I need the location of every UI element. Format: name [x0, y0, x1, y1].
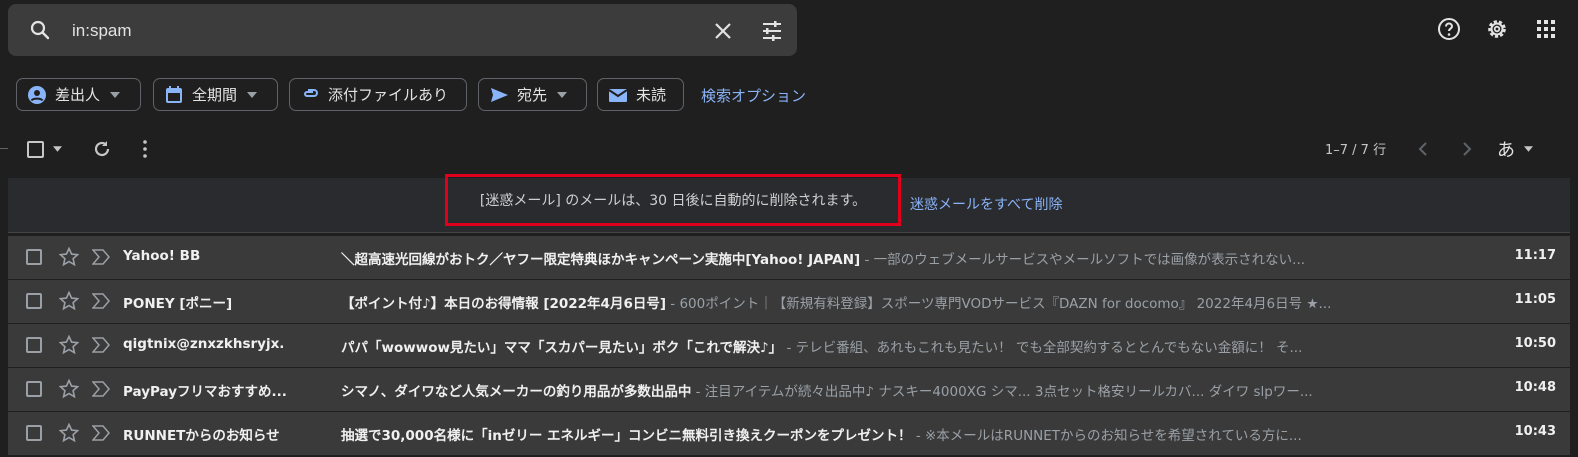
email-time: 10:50 — [1514, 336, 1556, 351]
row-checkbox[interactable] — [26, 293, 42, 309]
email-row[interactable]: PONEY [ポニー] 【ポイント付♪】本日のお得情報 [2022年4月6日号]… — [8, 280, 1570, 324]
chip-date-label: 全期間 — [192, 86, 238, 104]
email-row[interactable]: PayPayフリマおすすめ... シマノ、ダイワなど人気メーカーの釣り用品が多数… — [8, 368, 1570, 412]
email-sender: PONEY [ポニー] — [123, 296, 233, 312]
star-icon[interactable] — [59, 247, 79, 267]
importance-marker-icon[interactable] — [92, 381, 110, 397]
email-content: ＼超高速光回線がおトク／ヤフー限定特典ほかキャンペーン実施中[Yahoo! JA… — [341, 248, 1426, 268]
spam-auto-delete-notice: [迷惑メール] のメールは、30 日後に自動的に削除されます。 — [445, 174, 901, 226]
importance-marker-icon[interactable] — [92, 249, 110, 265]
paperclip-icon — [304, 88, 318, 97]
chevron-down-icon — [557, 91, 568, 98]
top-bar — [0, 0, 1578, 64]
chip-has-attachment-label: 添付ファイルあり — [328, 86, 449, 104]
search-icon[interactable] — [28, 18, 52, 42]
email-subject: ＼超高速光回線がおトク／ヤフー限定特典ほかキャンペーン実施中[Yahoo! JA… — [341, 252, 861, 268]
email-sender: RUNNETからのお知らせ — [123, 428, 280, 444]
email-sender: PayPayフリマおすすめ... — [123, 384, 287, 400]
chip-to-label: 宛先 — [517, 86, 548, 104]
chip-unread-label: 未読 — [636, 86, 667, 104]
row-checkbox[interactable] — [26, 249, 42, 265]
spam-info-banner: [迷惑メール] のメールは、30 日後に自動的に削除されます。 迷惑メールをすべ… — [8, 174, 1570, 233]
email-time: 10:48 — [1514, 380, 1556, 395]
email-sender: Yahoo! BB — [123, 248, 201, 264]
chip-to[interactable]: 宛先 — [478, 78, 587, 111]
chevron-down-icon — [110, 91, 121, 98]
email-content: 【ポイント付♪】本日のお得情報 [2022年4月6日号] - 600ポイント｜【… — [341, 292, 1426, 312]
star-icon[interactable] — [59, 379, 79, 399]
refresh-icon[interactable] — [92, 139, 112, 159]
importance-marker-icon[interactable] — [92, 425, 110, 441]
input-tools-chevron-icon[interactable] — [1524, 146, 1533, 152]
star-icon[interactable] — [59, 291, 79, 311]
chip-sender-label: 差出人 — [55, 86, 101, 104]
calendar-icon — [166, 85, 182, 103]
email-row[interactable]: Yahoo! BB ＼超高速光回線がおトク／ヤフー限定特典ほかキャンペーン実施中… — [8, 236, 1570, 280]
email-time: 10:43 — [1514, 424, 1556, 439]
row-checkbox[interactable] — [26, 425, 42, 441]
chip-has-attachment[interactable]: 添付ファイルあり — [289, 78, 467, 111]
row-checkbox[interactable] — [26, 337, 42, 353]
email-subject: シマノ、ダイワなど人気メーカーの釣り用品が多数出品中 — [341, 384, 692, 400]
email-snippet: - 600ポイント｜【新規有料登録】スポーツ専門VODサービス『DAZN for… — [666, 296, 1332, 312]
clear-search-icon[interactable] — [712, 20, 734, 42]
list-toolbar: 1–7 / 7 行 あ — [0, 130, 1578, 170]
email-sender: qigtnix@znxzkhsryjx. — [123, 336, 285, 352]
search-bar[interactable] — [8, 4, 797, 56]
filter-chips: 差出人 全期間 添付ファイルあり 宛先 未読 検索オプション — [0, 78, 1578, 114]
pagination-count: 1–7 / 7 行 — [1325, 143, 1387, 158]
more-vert-icon[interactable] — [139, 139, 151, 159]
email-subject: パパ「wowwow見たい」ママ「スカパー見たい」ボク「これで解決♪」 — [341, 340, 783, 356]
newer-chevron-left-icon[interactable] — [1418, 141, 1428, 157]
apps-grid-icon[interactable] — [1534, 17, 1558, 41]
chip-unread[interactable]: 未読 — [597, 78, 684, 111]
chip-sender[interactable]: 差出人 — [16, 78, 141, 111]
advanced-search-link[interactable]: 検索オプション — [701, 85, 806, 106]
email-snippet: - ※本メールはRUNNETからのお知らせを希望されている方に... — [911, 428, 1302, 444]
select-dropdown-chevron-icon[interactable] — [53, 146, 62, 152]
star-icon[interactable] — [59, 423, 79, 443]
help-icon[interactable] — [1437, 17, 1461, 41]
email-snippet: - 注目アイテムが続々出品中♪ ナスキー4000XG シマ... 3点セット格安… — [691, 384, 1313, 400]
email-time: 11:17 — [1514, 248, 1556, 263]
input-tools-button[interactable]: あ — [1497, 136, 1515, 162]
star-icon[interactable] — [59, 335, 79, 355]
email-time: 11:05 — [1514, 292, 1556, 307]
older-chevron-right-icon[interactable] — [1462, 141, 1472, 157]
search-input[interactable] — [70, 16, 674, 46]
email-content: パパ「wowwow見たい」ママ「スカパー見たい」ボク「これで解決♪」 - テレビ… — [341, 336, 1426, 356]
importance-marker-icon[interactable] — [92, 293, 110, 309]
chevron-down-icon — [247, 91, 258, 98]
select-all-checkbox[interactable] — [27, 141, 44, 158]
email-content: 抽選で30,000名様に「inゼリー エネルギー」コンビニ無料引き換えクーポンを… — [341, 424, 1426, 444]
send-icon — [491, 87, 508, 102]
delete-all-spam-link[interactable]: 迷惑メールをすべて削除 — [910, 194, 1062, 214]
email-subject: 抽選で30,000名様に「inゼリー エネルギー」コンビニ無料引き換えクーポンを… — [341, 428, 912, 444]
email-snippet: - テレビ番組、あれもこれも見たい！ でも全部契約するととんでもない金額に！ そ… — [782, 340, 1303, 356]
email-row[interactable]: qigtnix@znxzkhsryjx. パパ「wowwow見たい」ママ「スカパ… — [8, 324, 1570, 368]
email-snippet: - 一部のウェブメールサービスやメールソフトでは画像が表示されない... — [860, 252, 1306, 268]
unread-mail-icon — [608, 88, 628, 102]
email-content: シマノ、ダイワなど人気メーカーの釣り用品が多数出品中 - 注目アイテムが続々出品… — [341, 380, 1426, 400]
row-checkbox[interactable] — [26, 381, 42, 397]
email-row[interactable]: RUNNETからのお知らせ 抽選で30,000名様に「inゼリー エネルギー」コ… — [8, 412, 1570, 456]
person-icon — [28, 85, 46, 104]
chip-date[interactable]: 全期間 — [153, 78, 278, 111]
settings-gear-icon[interactable] — [1485, 17, 1509, 41]
email-subject: 【ポイント付♪】本日のお得情報 [2022年4月6日号] — [341, 296, 667, 312]
search-options-icon[interactable] — [760, 20, 784, 42]
importance-marker-icon[interactable] — [92, 337, 110, 353]
